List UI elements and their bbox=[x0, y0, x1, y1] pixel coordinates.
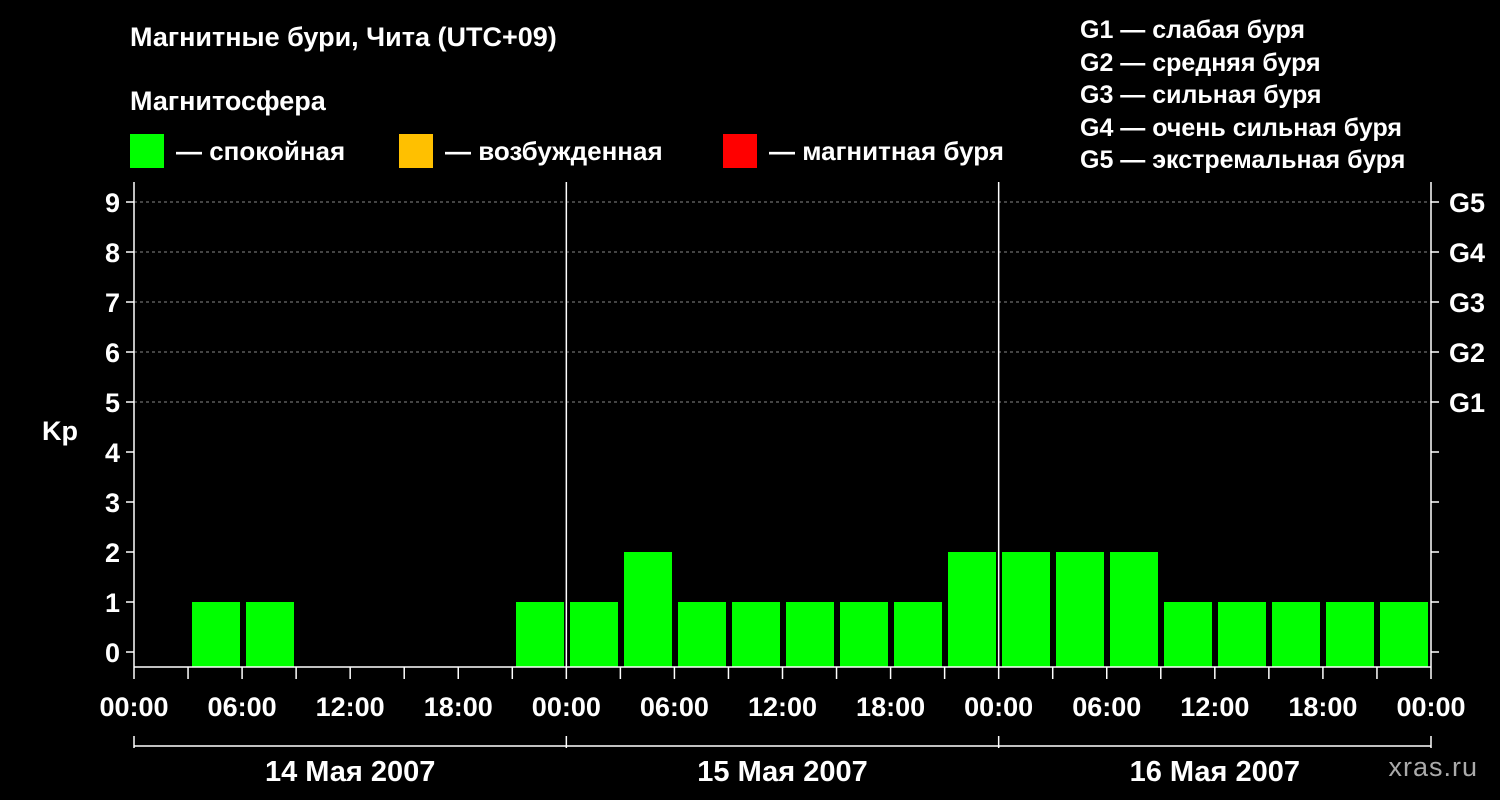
bar-8 bbox=[570, 602, 618, 667]
x-tick-label-6: 12:00 bbox=[748, 692, 817, 722]
day-label-2: 16 Мая 2007 bbox=[1130, 756, 1300, 788]
bar-7 bbox=[516, 602, 564, 667]
x-tick-label-2: 12:00 bbox=[316, 692, 385, 722]
y-tick-label-2: 2 bbox=[105, 538, 120, 568]
x-tick-label-8: 00:00 bbox=[964, 692, 1033, 722]
bar-10 bbox=[678, 602, 726, 667]
bar-11 bbox=[732, 602, 780, 667]
g-level-label-g5: G5 bbox=[1449, 188, 1485, 218]
day-label-0: 14 Мая 2007 bbox=[265, 756, 435, 788]
g-level-label-g4: G4 bbox=[1449, 238, 1485, 268]
y-axis-label: Kp bbox=[42, 416, 78, 446]
bar-13 bbox=[840, 602, 888, 667]
x-tick-label-12: 00:00 bbox=[1396, 692, 1465, 722]
x-tick-label-9: 06:00 bbox=[1072, 692, 1141, 722]
g-level-label-g1: G1 bbox=[1449, 388, 1485, 418]
y-tick-label-9: 9 bbox=[105, 188, 120, 218]
x-tick-label-5: 06:00 bbox=[640, 692, 709, 722]
bar-9 bbox=[624, 552, 672, 667]
y-tick-label-7: 7 bbox=[105, 288, 120, 318]
x-tick-label-0: 00:00 bbox=[99, 692, 168, 722]
g-level-label-g3: G3 bbox=[1449, 288, 1485, 318]
y-tick-label-6: 6 bbox=[105, 338, 120, 368]
y-tick-label-0: 0 bbox=[105, 638, 120, 668]
bar-23 bbox=[1380, 602, 1428, 667]
x-tick-label-10: 12:00 bbox=[1180, 692, 1249, 722]
y-tick-label-4: 4 bbox=[105, 438, 120, 468]
x-tick-label-7: 18:00 bbox=[856, 692, 925, 722]
x-tick-label-11: 18:00 bbox=[1288, 692, 1357, 722]
x-tick-label-1: 06:00 bbox=[208, 692, 277, 722]
y-tick-label-5: 5 bbox=[105, 388, 120, 418]
bar-12 bbox=[786, 602, 834, 667]
bar-20 bbox=[1218, 602, 1266, 667]
bar-2 bbox=[246, 602, 294, 667]
x-tick-label-4: 00:00 bbox=[532, 692, 601, 722]
bar-14 bbox=[894, 602, 942, 667]
bar-17 bbox=[1056, 552, 1104, 667]
bar-18 bbox=[1110, 552, 1158, 667]
bar-15 bbox=[948, 552, 996, 667]
bar-1 bbox=[192, 602, 240, 667]
g-level-label-g2: G2 bbox=[1449, 338, 1485, 368]
x-tick-label-3: 18:00 bbox=[424, 692, 493, 722]
watermark: xras.ru bbox=[1388, 752, 1478, 782]
kp-chart: 0 1 2 3 4 5 6 7 8 9 G1 G2 G3 G4 G5 Kp 00:00 06:00 12:00 18:… bbox=[42, 182, 1485, 788]
bar-19 bbox=[1164, 602, 1212, 667]
y-tick-label-3: 3 bbox=[105, 488, 120, 518]
day-label-1: 15 Мая 2007 bbox=[697, 756, 867, 788]
y-tick-label-1: 1 bbox=[105, 588, 120, 618]
y-tick-label-8: 8 bbox=[105, 238, 120, 268]
bar-21 bbox=[1272, 602, 1320, 667]
bar-16 bbox=[1002, 552, 1050, 667]
bar-22 bbox=[1326, 602, 1374, 667]
